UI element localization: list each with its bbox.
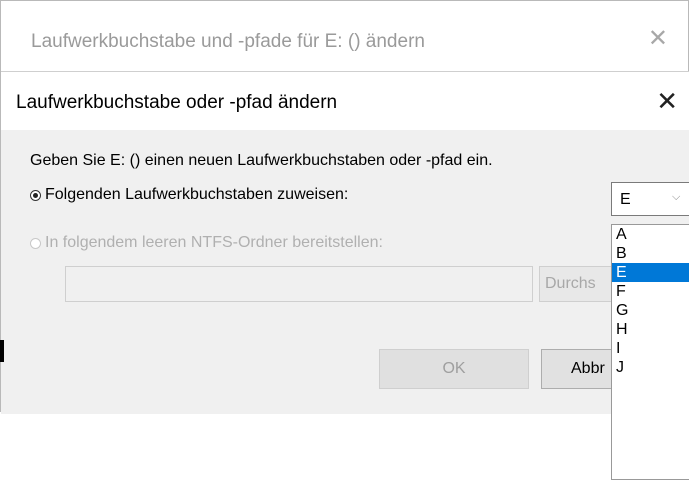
drive-letter-option[interactable]: G	[612, 301, 689, 320]
drive-letter-option[interactable]: B	[612, 244, 689, 263]
chevron-down-icon[interactable]: ⌵	[672, 191, 680, 204]
cancel-button[interactable]: Abbr	[541, 349, 613, 389]
drive-letter-option[interactable]: A	[612, 225, 689, 244]
inner-dialog-title: Laufwerkbuchstabe oder -pfad ändern	[16, 92, 338, 113]
assign-letter-label: Folgenden Laufwerkbuchstaben zuweisen:	[45, 186, 349, 203]
drive-letter-listbox[interactable]: A B E F G H I J	[611, 224, 689, 480]
folder-path-input	[65, 266, 533, 302]
left-edge-artifact	[0, 340, 4, 362]
drive-letter-select[interactable]: E ⌵	[611, 182, 689, 216]
mount-folder-label: In folgendem leeren NTFS-Ordner bereitst…	[45, 234, 383, 251]
mount-folder-radio	[30, 237, 41, 249]
drive-letter-option[interactable]: F	[612, 282, 689, 301]
assign-letter-radio[interactable]	[30, 189, 41, 201]
outer-dialog-title: Laufwerkbuchstabe und -pfade für E: () ä…	[31, 31, 425, 52]
drive-letter-option-selected[interactable]: E	[612, 263, 689, 282]
drive-letter-selected-value: E	[620, 191, 631, 208]
assign-letter-option[interactable]: Folgenden Laufwerkbuchstaben zuweisen:	[30, 186, 348, 204]
drive-letter-option[interactable]: H	[612, 320, 689, 339]
inner-dialog: Laufwerkbuchstabe oder -pfad ändern ✕ Ge…	[1, 71, 689, 480]
drive-letter-option[interactable]: I	[612, 339, 689, 358]
outer-dialog-titlebar: Laufwerkbuchstabe und -pfade für E: () ä…	[1, 1, 688, 73]
mount-folder-option: In folgendem leeren NTFS-Ordner bereitst…	[30, 234, 383, 252]
inner-close-icon[interactable]: ✕	[656, 88, 678, 114]
outer-dialog: Laufwerkbuchstabe und -pfade für E: () ä…	[0, 0, 689, 480]
ok-button: OK	[379, 349, 529, 389]
outer-close-icon[interactable]: ✕	[648, 27, 668, 51]
browse-button: Durchs	[539, 266, 613, 302]
inner-dialog-titlebar: Laufwerkbuchstabe oder -pfad ändern ✕	[1, 72, 689, 130]
dialog-description: Geben Sie E: () einen neuen Laufwerkbuch…	[30, 152, 493, 169]
drive-letter-option[interactable]: J	[612, 358, 689, 377]
